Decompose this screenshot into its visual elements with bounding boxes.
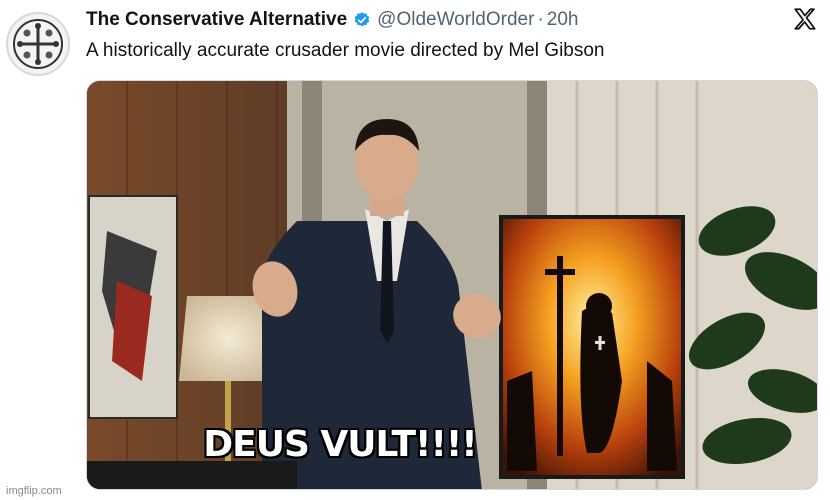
display-name[interactable]: The Conservative Alternative bbox=[86, 9, 347, 31]
post-time[interactable]: 20h bbox=[547, 9, 579, 31]
user-handle[interactable]: @OldeWorldOrder bbox=[377, 9, 534, 31]
meme-caption: DEUS VULT!!!! bbox=[203, 424, 477, 465]
cross-emblem-icon bbox=[13, 19, 63, 69]
tweet-text: A historically accurate crusader movie d… bbox=[86, 40, 605, 61]
x-logo-icon[interactable] bbox=[792, 6, 818, 32]
tweet-header: The Conservative Alternative @OldeWorldO… bbox=[86, 8, 578, 32]
separator-dot: · bbox=[537, 9, 544, 30]
watermark: imgflip.com bbox=[6, 485, 62, 497]
verified-badge-icon bbox=[354, 12, 370, 27]
avatar[interactable] bbox=[6, 12, 70, 76]
